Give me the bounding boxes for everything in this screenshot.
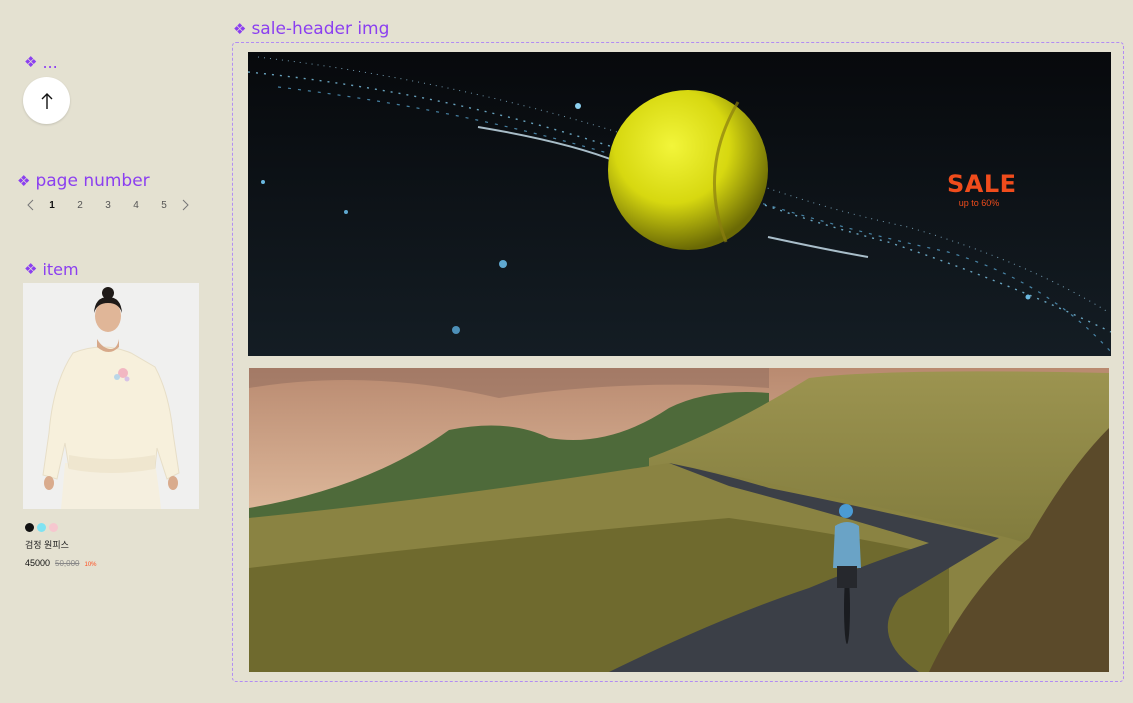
original-price: 50,000 [55, 559, 80, 568]
price-row: 45000 50,000 10% [25, 558, 199, 568]
product-name: 검정 원피스 [25, 540, 69, 550]
component-label-text: sale-header img [251, 19, 390, 39]
discount-rate: 10% [84, 562, 97, 568]
page-5-button[interactable]: 5 [150, 200, 178, 211]
page-2-button[interactable]: 2 [66, 200, 94, 211]
sale-title: SALE [947, 170, 1017, 198]
sale-overlay: SALE up to 60% [947, 170, 1017, 208]
cycling-landscape-photo [249, 368, 1109, 672]
component-label-item: ❖ item [24, 260, 79, 279]
chevron-left-icon [27, 199, 34, 211]
sale-banner-tennis[interactable]: SALE up to 60% [248, 52, 1111, 356]
component-icon: ❖ [233, 19, 247, 38]
color-swatch-cyan[interactable] [37, 523, 46, 532]
component-label-page-number: ❖ page number [17, 171, 150, 191]
scroll-top-button[interactable] [23, 77, 70, 124]
sale-banner-cycling[interactable] [249, 368, 1109, 672]
chevron-right-icon [182, 199, 189, 211]
color-swatches [25, 523, 199, 532]
prev-page-button[interactable] [24, 198, 38, 212]
arrow-up-icon [41, 92, 52, 109]
color-swatch-pink[interactable] [49, 523, 58, 532]
component-label-text: page number [35, 171, 150, 191]
product-photo [23, 283, 199, 509]
component-label-text: ... [42, 53, 58, 72]
component-icon: ❖ [24, 260, 38, 278]
page-3-button[interactable]: 3 [94, 200, 122, 211]
sale-subtitle: up to 60% [958, 198, 1000, 208]
product-price: 45000 [25, 558, 51, 568]
page-1-button[interactable]: 1 [38, 200, 66, 211]
component-label-text: item [42, 260, 79, 279]
product-card[interactable]: 검정 원피스 45000 50,000 10% [23, 283, 199, 568]
color-swatch-black[interactable] [25, 523, 34, 532]
component-label-sale-header: ❖ sale-header img [233, 19, 389, 39]
component-icon: ❖ [24, 53, 38, 71]
product-image[interactable] [23, 283, 199, 509]
component-icon: ❖ [17, 171, 31, 190]
page-4-button[interactable]: 4 [122, 200, 150, 211]
pagination: 1 2 3 4 5 [24, 196, 192, 214]
component-label-scroll: ❖ ... [24, 53, 58, 72]
next-page-button[interactable] [178, 198, 192, 212]
